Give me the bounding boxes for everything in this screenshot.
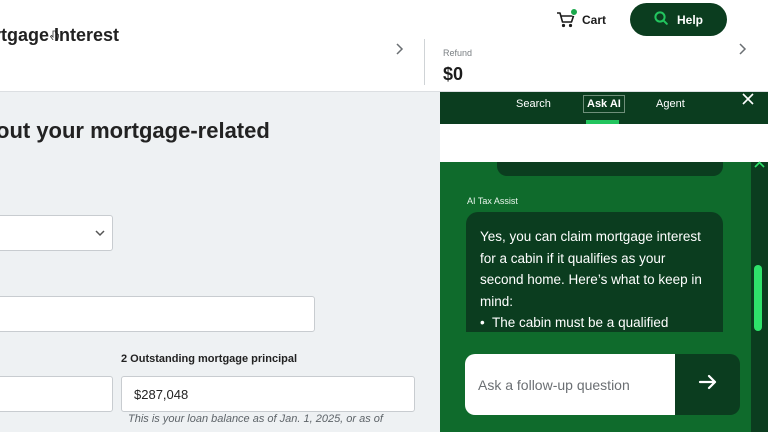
scrollbar-thumb[interactable] [754,265,762,331]
ai-message-bullet: The cabin must be a qualified [480,312,709,334]
section-header [0,40,768,92]
cart-link[interactable]: Cart [556,8,607,30]
message-sender: AI Tax Assist [467,196,518,206]
previous-message-bubble [497,162,723,176]
chevron-down-icon [93,225,107,246]
arrow-right-icon [698,373,718,396]
refund-amount: $0 [443,64,464,84]
close-icon[interactable] [742,92,754,108]
followup-question-input[interactable] [465,354,675,415]
chat-context-strip [440,124,768,162]
page-heading: out your mortgage-related [0,118,270,143]
text-field[interactable] [0,376,113,412]
chevron-right-icon[interactable] [737,42,747,61]
cart-count-badge [570,8,578,16]
tab-agent[interactable]: Agent [656,98,685,110]
refund-label: Refund [443,48,473,58]
header-divider [424,39,425,85]
principal-label: 2 Outstanding mortgage principal [121,353,298,365]
principal-input[interactable] [121,376,415,412]
send-button[interactable] [675,354,740,415]
help-button[interactable]: Help [630,3,727,36]
principal-help-text: This is your loan balance as of Jan. 1, … [128,413,383,425]
tab-search[interactable]: Search [516,98,551,110]
search-icon [654,11,668,28]
ai-tab-bar: Search Ask AI Agent [440,92,768,124]
help-label: Help [676,12,703,27]
text-field[interactable] [0,296,315,332]
tab-ask-ai[interactable]: Ask AI [583,95,625,113]
section-title: rtgage Interest [0,25,120,45]
cart-icon [556,8,578,29]
chevron-right-icon[interactable] [394,42,404,61]
ai-assistant-panel: Search Ask AI Agent AI Tax Assist Yes, y… [440,92,768,432]
cart-label: Cart [582,13,607,27]
chevron-up-icon[interactable] [751,158,768,172]
ai-message-text: Yes, you can claim mortgage interest for… [480,229,702,309]
